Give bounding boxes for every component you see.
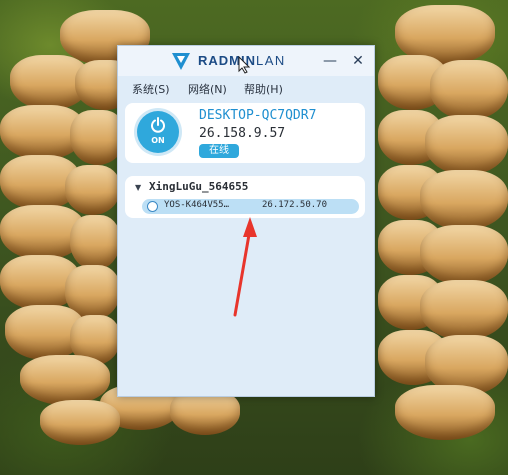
close-icon[interactable]: ✕: [348, 51, 368, 71]
caret-down-icon[interactable]: ▼: [135, 183, 141, 192]
menu-bar: 系统(S) 网络(N) 帮助(H): [118, 78, 374, 98]
radmin-logo-icon: [172, 53, 190, 70]
annotation-arrow: [233, 217, 257, 317]
menu-help[interactable]: 帮助(H): [244, 81, 283, 97]
host-name: DESKTOP-QC7QDR7: [199, 108, 317, 123]
title-bar[interactable]: RADMINLAN — ✕: [118, 46, 374, 76]
host-ip: 26.158.9.57: [199, 126, 286, 141]
network-name[interactable]: XingLuGu_564655: [149, 180, 248, 193]
local-host-card: ON DESKTOP-QC7QDR7 26.158.9.57 在线: [125, 103, 365, 163]
power-button[interactable]: ON: [137, 111, 179, 153]
cursor-icon: [238, 56, 251, 74]
network-card: ▼ XingLuGu_564655 YOS-K464V55… 26.172.50…: [125, 176, 365, 218]
menu-network[interactable]: 网络(N): [188, 81, 227, 97]
status-badge: 在线: [199, 144, 239, 158]
power-label: ON: [151, 136, 165, 145]
power-icon: [151, 117, 165, 133]
peer-status-icon: [147, 201, 158, 212]
menu-system[interactable]: 系统(S): [132, 81, 170, 97]
minimize-icon[interactable]: —: [320, 51, 340, 71]
peer-name: YOS-K464V55…: [164, 200, 230, 210]
peer-ip: 26.172.50.70: [262, 200, 328, 210]
peer-row[interactable]: YOS-K464V55… 26.172.50.70: [142, 199, 359, 214]
